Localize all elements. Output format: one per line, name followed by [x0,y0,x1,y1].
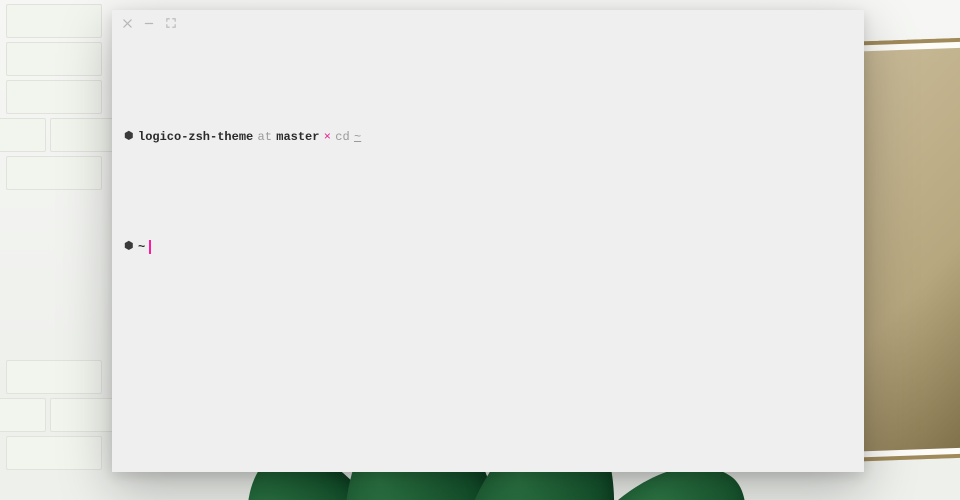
prompt-branch: master [276,126,319,148]
titlebar[interactable] [112,10,864,36]
terminal-window[interactable]: ⬢ logico-zsh-theme at master × cd ~ ⬢ ~ [112,10,864,472]
git-dirty-icon: × [324,126,331,148]
maximize-icon[interactable] [166,18,176,28]
text-cursor [149,240,151,254]
minimize-icon[interactable] [144,18,154,28]
prompt-cwd: ~ [138,236,145,258]
prompt-separator: at [258,126,272,148]
typed-command: cd [335,126,349,148]
prompt-line-history: ⬢ logico-zsh-theme at master × cd ~ [124,126,852,148]
typed-command-arg: ~ [354,126,361,148]
prompt-cwd: logico-zsh-theme [138,126,253,148]
terminal-body[interactable]: ⬢ logico-zsh-theme at master × cd ~ ⬢ ~ [112,10,864,336]
prompt-bullet-icon: ⬢ [124,126,138,148]
prompt-line-current[interactable]: ⬢ ~ [124,236,852,258]
close-icon[interactable] [122,18,132,28]
prompt-bullet-icon: ⬢ [124,236,138,258]
